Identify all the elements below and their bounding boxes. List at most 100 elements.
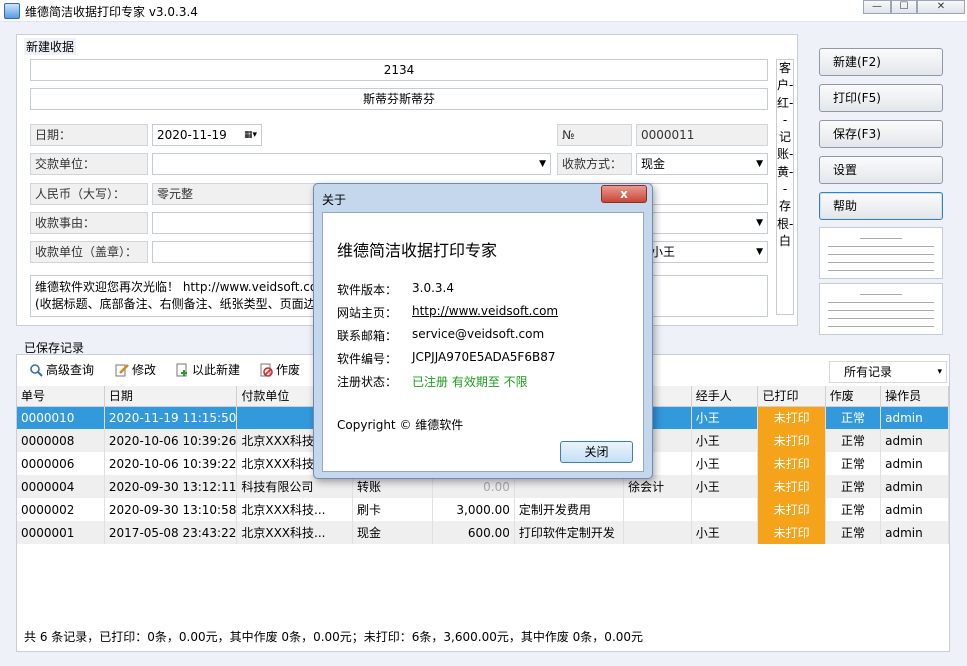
receiver-label: 收款单位（盖章）： <box>30 241 148 263</box>
column-header[interactable]: 作废 <box>825 386 882 407</box>
cell-id: 0000004 <box>17 475 105 498</box>
save-button[interactable]: 保存(F3) <box>819 120 943 148</box>
rmb-value: 零元整 <box>152 183 322 205</box>
homepage-label: 网站主页： <box>337 306 398 320</box>
title-bar: 维德简洁收据打印专家 v3.0.3.4 — ☐ ✕ <box>0 0 967 22</box>
print-button[interactable]: 打印(F5) <box>819 84 943 112</box>
cell-method: 现金 <box>352 521 433 544</box>
date-picker[interactable]: 2020-11-19 ▦▾ <box>152 124 262 146</box>
version-value: 3.0.3.4 <box>412 281 454 295</box>
cell-date: 2017-05-08 23:43:22 <box>104 521 238 544</box>
cell-handler: 小王 <box>691 429 759 452</box>
cell-date: 2020-11-19 11:15:50 <box>104 406 238 429</box>
receipt-no-field: 0000011 <box>636 124 768 146</box>
column-header[interactable]: 已打印 <box>757 386 826 407</box>
new-from-label: 以此新建 <box>192 363 241 377</box>
dialog-close-button[interactable]: 关闭 <box>560 441 633 463</box>
method-value: 现金 <box>641 157 666 171</box>
cell-printed: 未打印 <box>757 406 826 429</box>
template-preview-1[interactable] <box>819 227 943 279</box>
cell-id: 0000001 <box>17 521 105 544</box>
reason-label: 收款事由： <box>30 212 148 234</box>
cell-printed: 未打印 <box>757 452 826 475</box>
cell-date: 2020-10-06 10:39:22 <box>104 452 238 475</box>
chevron-down-icon: ▼ <box>756 218 763 228</box>
homepage-row: 网站主页： http://www.veidsoft.com <box>337 304 558 321</box>
column-header[interactable]: 经手人 <box>691 386 759 407</box>
cell-printed: 未打印 <box>757 521 826 544</box>
homepage-link[interactable]: http://www.veidsoft.com <box>412 304 558 321</box>
payer-select[interactable]: ▼ <box>152 153 551 175</box>
copyright-text: Copyright © 维德软件 <box>337 418 464 432</box>
close-window-button[interactable]: ✕ <box>917 0 965 14</box>
payer-label: 交款单位： <box>30 153 148 175</box>
cell-payer: 北京XXX科技... <box>236 498 354 521</box>
about-dialog: 关于 x 维德简洁收据打印专家 软件版本： 3.0.3.4 网站主页： http… <box>313 183 653 479</box>
email-value: service@veidsoft.com <box>412 327 545 341</box>
serial-value: JCPJJA970E5ADA5F6B87 <box>412 350 556 364</box>
column-header[interactable]: 日期 <box>104 386 238 407</box>
chevron-down-icon: ▼ <box>539 159 546 169</box>
date-label: 日期： <box>30 124 148 146</box>
calendar-icon[interactable]: ▦▾ <box>244 125 257 145</box>
dialog-close-icon[interactable]: x <box>601 185 647 203</box>
serial-row: 软件编号： JCPJJA970E5ADA5F6B87 <box>337 350 555 367</box>
help-button[interactable]: 帮助 <box>819 192 943 220</box>
edit-button[interactable]: 修改 <box>115 361 156 378</box>
rmb-label: 人民币（大写）： <box>30 183 148 205</box>
receipt-no-label: № <box>557 124 632 146</box>
cell-handler: 小王 <box>691 475 759 498</box>
cell-payer: 北京XXX科技... <box>236 521 354 544</box>
cell-reason: 定制开发费用 <box>514 498 625 521</box>
cell-operator: admin <box>880 429 949 452</box>
cell-date: 2020-09-30 13:10:58 <box>104 498 238 521</box>
cell-amount: 600.00 <box>432 521 515 544</box>
record-filter-select[interactable]: 所有记录 ▾ <box>829 361 947 383</box>
cell-handler: 小王 <box>691 452 759 475</box>
cell-id: 0000008 <box>17 429 105 452</box>
registration-label: 注册状态： <box>337 375 398 389</box>
magnifier-icon <box>30 363 43 377</box>
template-preview-2[interactable] <box>819 283 943 335</box>
registration-row: 注册状态： 已注册 有效期至 不限 <box>337 373 528 390</box>
chevron-down-icon: ▼ <box>756 247 763 257</box>
cell-accountant <box>623 521 692 544</box>
cell-handler: 小王 <box>691 406 759 429</box>
email-label: 联系邮箱： <box>337 329 398 343</box>
void-button[interactable]: 作废 <box>259 361 300 378</box>
handler-value: 小王 <box>651 245 676 259</box>
customer-name-field[interactable]: 2134 <box>30 59 768 81</box>
maximize-button[interactable]: ☐ <box>891 0 917 14</box>
cell-date: 2020-09-30 13:12:11 <box>104 475 238 498</box>
column-header[interactable]: 操作员 <box>880 386 949 407</box>
email-row: 联系邮箱： service@veidsoft.com <box>337 327 544 344</box>
cell-accountant <box>623 498 692 521</box>
chevron-down-icon: ▾ <box>937 367 942 377</box>
cell-void: 正常 <box>825 429 882 452</box>
advanced-search-label: 高级查询 <box>46 363 95 377</box>
table-row[interactable]: 0000001 2017-05-08 23:43:22 北京XXX科技... 现金 60… <box>17 521 949 544</box>
advanced-search-button[interactable]: 高级查询 <box>29 361 94 378</box>
cell-operator: admin <box>880 475 949 498</box>
cell-operator: admin <box>880 406 949 429</box>
serial-label: 软件编号： <box>337 352 398 366</box>
method-select[interactable]: 现金 ▼ <box>636 153 768 175</box>
settings-button[interactable]: 设置 <box>819 156 943 184</box>
copy-color-note-text: 客户-红--记账-黄--存根-白 <box>777 61 794 248</box>
new-button[interactable]: 新建(F2) <box>819 48 943 76</box>
cell-id: 0000002 <box>17 498 105 521</box>
cell-printed: 未打印 <box>757 475 826 498</box>
status-bar: 共 6 条记录，已打印：0条，0.00元，其中作废 0条，0.00元；未打印：6… <box>24 630 644 644</box>
new-from-button[interactable]: 以此新建 <box>175 361 240 378</box>
table-row[interactable]: 0000002 2020-09-30 13:10:58 北京XXX科技... 刷卡 3,… <box>17 498 949 521</box>
column-header[interactable]: 单号 <box>17 386 105 407</box>
cell-id: 0000006 <box>17 452 105 475</box>
cell-date: 2020-10-06 10:39:26 <box>104 429 238 452</box>
cell-void: 正常 <box>825 475 882 498</box>
accountant-field[interactable] <box>636 183 768 205</box>
minimize-button[interactable]: — <box>863 0 891 14</box>
cell-method: 刷卡 <box>352 498 433 521</box>
subtitle-field[interactable]: 斯蒂芬斯蒂芬 <box>30 88 768 110</box>
registration-status: 已注册 有效期至 不限 <box>412 375 528 389</box>
cell-void: 正常 <box>825 521 882 544</box>
